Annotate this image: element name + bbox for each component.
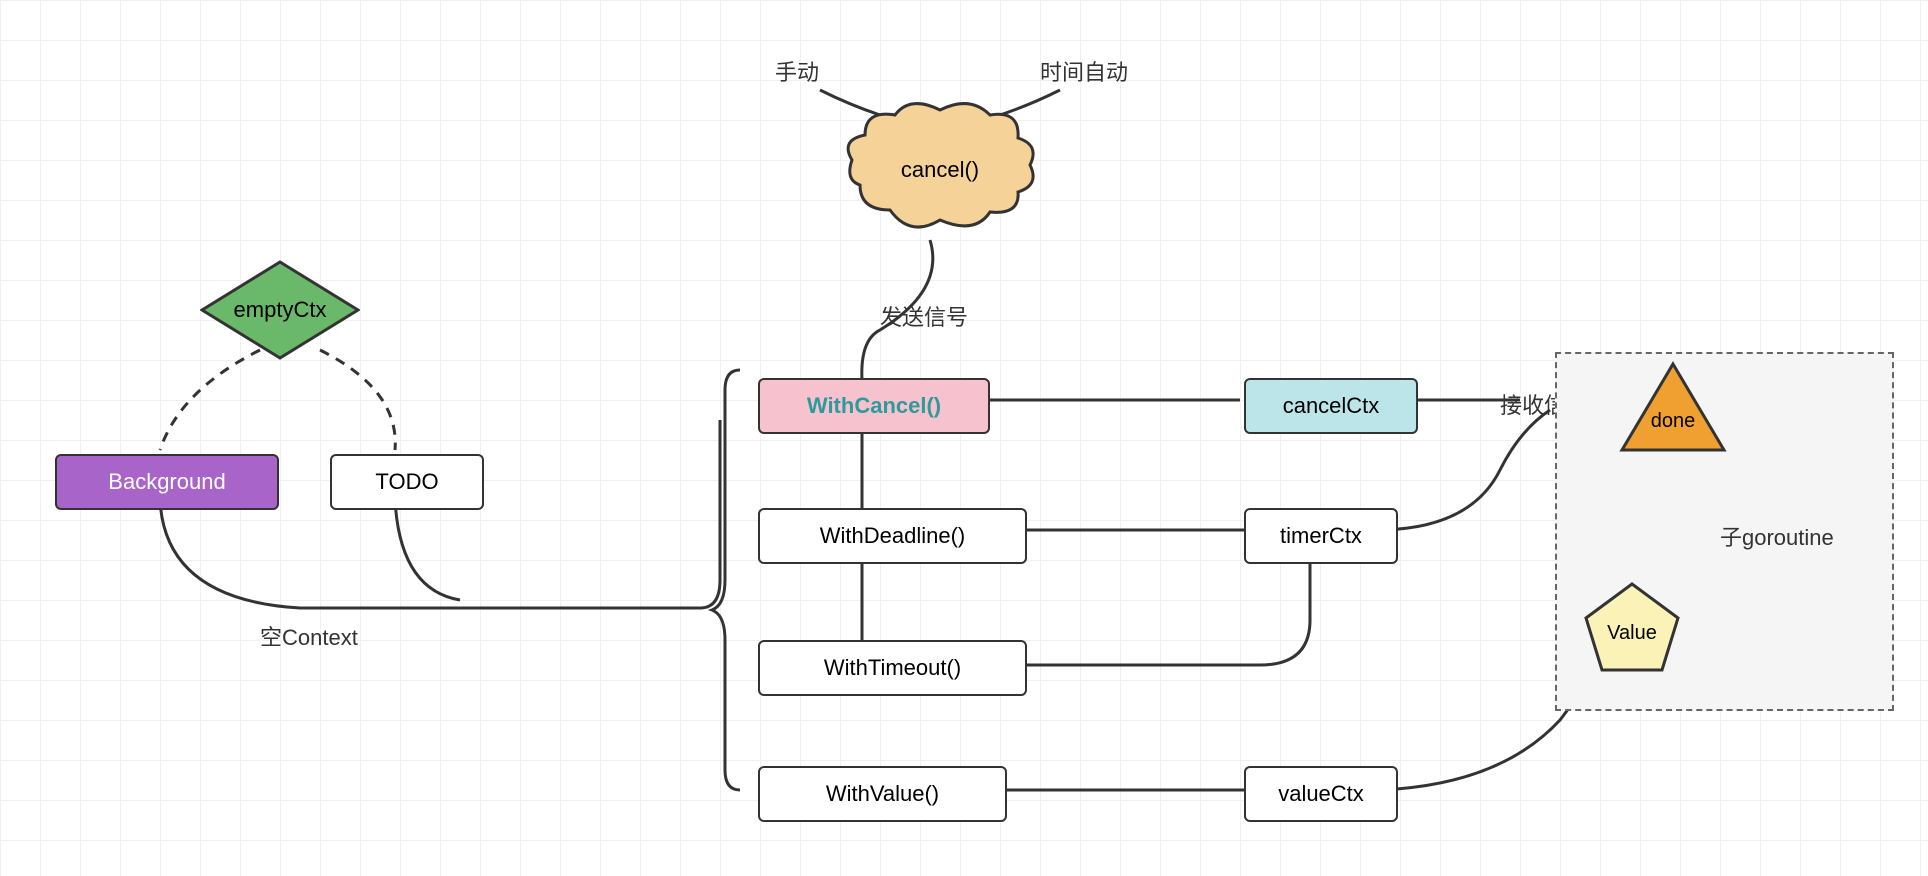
emptyctx-diamond: emptyCtx [200, 260, 360, 360]
timerctx-node: timerCtx [1244, 508, 1398, 564]
done-triangle: done [1618, 360, 1728, 455]
background-node: Background [55, 454, 279, 510]
value-pentagon: Value [1582, 580, 1682, 675]
todo-label: TODO [375, 469, 438, 495]
valuectx-label: valueCtx [1278, 781, 1364, 807]
cancel-label: cancel() [901, 157, 979, 183]
withdeadline-node: WithDeadline() [758, 508, 1027, 564]
withtimeout-label: WithTimeout() [824, 655, 961, 681]
sendsignal-label: 发送信号 [880, 300, 968, 332]
value-label: Value [1607, 622, 1657, 645]
timeauto-label: 时间自动 [1040, 55, 1128, 87]
child-goroutine-label: 子goroutine [1720, 520, 1834, 552]
manual-label: 手动 [775, 55, 819, 87]
withvalue-node: WithValue() [758, 766, 1007, 822]
cancel-cloud: cancel() [840, 100, 1040, 240]
emptyctx-label: emptyCtx [234, 297, 327, 323]
done-label: done [1651, 410, 1696, 433]
todo-node: TODO [330, 454, 484, 510]
empty-context-label: 空Context [260, 620, 358, 652]
timerctx-label: timerCtx [1280, 523, 1362, 549]
withtimeout-node: WithTimeout() [758, 640, 1027, 696]
withvalue-label: WithValue() [826, 781, 939, 807]
withcancel-label: WithCancel() [807, 393, 941, 419]
background-label: Background [108, 469, 225, 495]
withdeadline-label: WithDeadline() [820, 523, 966, 549]
cancelctx-node: cancelCtx [1244, 378, 1418, 434]
valuectx-node: valueCtx [1244, 766, 1398, 822]
withcancel-node: WithCancel() [758, 378, 990, 434]
cancelctx-label: cancelCtx [1283, 393, 1380, 419]
